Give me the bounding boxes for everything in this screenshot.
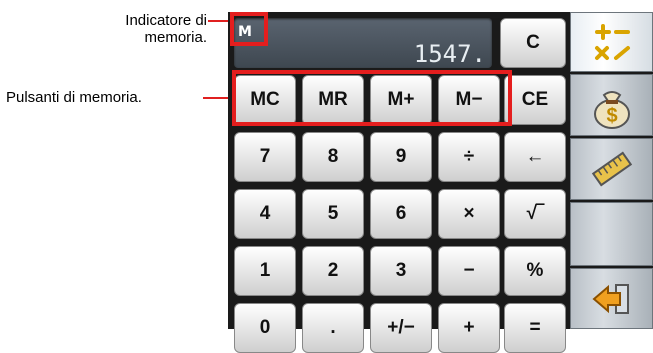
annotation-line-2: memoria.: [144, 29, 207, 46]
digit-3-button[interactable]: 3: [370, 246, 432, 296]
sidebar-blank-slot: [570, 202, 653, 266]
equals-button[interactable]: =: [504, 303, 566, 353]
clear-button[interactable]: C: [500, 18, 566, 68]
add-button[interactable]: +: [438, 303, 500, 353]
annotation-memory-buttons: Pulsanti di memoria.: [6, 89, 142, 106]
leader-line-memory-indicator: [208, 20, 230, 22]
annotation-memory-indicator: Indicatore di memoria.: [125, 12, 207, 46]
sidebar-item-exit[interactable]: [570, 268, 653, 329]
exit-arrow-icon: [591, 283, 629, 314]
square-root-button[interactable]: √‾: [504, 189, 566, 239]
backspace-button[interactable]: ←: [504, 132, 566, 182]
sidebar-item-units[interactable]: [570, 138, 653, 200]
sign-toggle-button[interactable]: +/−: [370, 303, 432, 353]
decimal-point-button[interactable]: .: [302, 303, 364, 353]
calculator-mode-icon: [594, 24, 630, 60]
digit-6-button[interactable]: 6: [370, 189, 432, 239]
annotation-line-1: Indicatore di: [125, 12, 207, 29]
digit-8-button[interactable]: 8: [302, 132, 364, 182]
highlight-memory-buttons: [232, 70, 512, 126]
highlight-memory-indicator: [230, 12, 268, 46]
digit-9-button[interactable]: 9: [370, 132, 432, 182]
display-value: 1547.: [413, 40, 486, 68]
digit-2-button[interactable]: 2: [302, 246, 364, 296]
digit-5-button[interactable]: 5: [302, 189, 364, 239]
sidebar-item-calculator[interactable]: [570, 12, 653, 72]
multiply-button[interactable]: ×: [438, 189, 500, 239]
svg-text:$: $: [606, 105, 617, 127]
digit-4-button[interactable]: 4: [234, 189, 296, 239]
divide-button[interactable]: ÷: [438, 132, 500, 182]
ruler-icon: [591, 151, 632, 187]
digit-0-button[interactable]: 0: [234, 303, 296, 353]
calculator-display: M 1547.: [234, 18, 492, 68]
subtract-button[interactable]: −: [438, 246, 500, 296]
digit-7-button[interactable]: 7: [234, 132, 296, 182]
money-bag-icon: $: [593, 91, 630, 129]
digit-1-button[interactable]: 1: [234, 246, 296, 296]
clear-entry-button[interactable]: CE: [504, 75, 566, 125]
calculator-device: M 1547. C MC MR M+ M− CE 7 8 9 ÷ ← 4 5 6…: [228, 12, 653, 353]
sidebar-item-money[interactable]: $: [570, 74, 653, 136]
percent-button[interactable]: %: [504, 246, 566, 296]
